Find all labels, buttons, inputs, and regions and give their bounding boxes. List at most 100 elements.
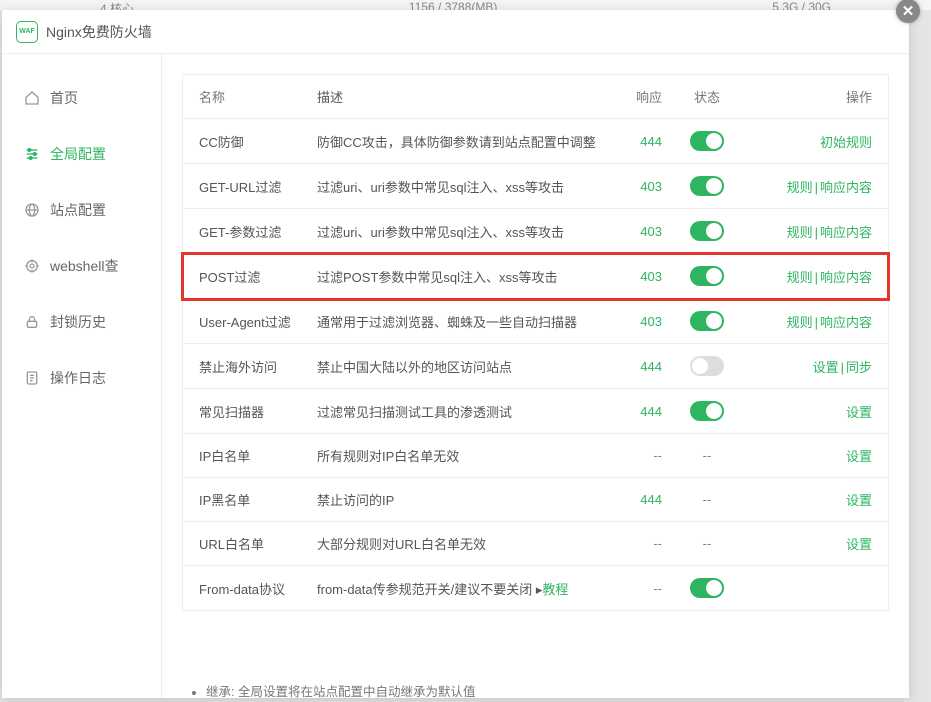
cell-action: 设置 bbox=[752, 490, 872, 509]
header-status: 状态 bbox=[662, 87, 752, 106]
cell-name: User-Agent过滤 bbox=[199, 312, 317, 331]
action-link[interactable]: 同步 bbox=[846, 360, 872, 375]
status-toggle[interactable] bbox=[690, 311, 724, 331]
waf-logo-icon: WAF bbox=[16, 21, 38, 43]
cell-response: 444 bbox=[602, 404, 662, 419]
action-link[interactable]: 设置 bbox=[846, 493, 872, 508]
table-row: CC防御防御CC攻击，具体防御参数请到站点配置中调整444初始规则 bbox=[183, 119, 888, 164]
cell-status bbox=[662, 311, 752, 331]
modal-dialog: ✕ WAF Nginx免费防火墙 首页全局配置站点配置webshell查封锁历史… bbox=[2, 10, 909, 698]
cell-response: 403 bbox=[602, 269, 662, 284]
action-link[interactable]: 初始规则 bbox=[820, 135, 872, 150]
sidebar-item-label: 封锁历史 bbox=[50, 312, 106, 332]
action-link[interactable]: 规则 bbox=[787, 270, 813, 285]
sidebar-item-2[interactable]: 站点配置 bbox=[2, 182, 161, 238]
cell-desc: 大部分规则对URL白名单无效 bbox=[317, 534, 602, 553]
cell-action: 设置 bbox=[752, 402, 872, 421]
cell-desc: from-data传参规范开关/建议不要关闭 ▸教程 bbox=[317, 579, 602, 598]
cell-response: -- bbox=[602, 448, 662, 463]
cell-action: 规则|响应内容 bbox=[752, 267, 872, 286]
sliders-icon bbox=[24, 146, 40, 162]
sidebar-item-4[interactable]: 封锁历史 bbox=[2, 294, 161, 350]
cell-status bbox=[662, 266, 752, 286]
cell-name: IP白名单 bbox=[199, 446, 317, 465]
globe-icon bbox=[24, 202, 40, 218]
action-link[interactable]: 响应内容 bbox=[820, 180, 872, 195]
cell-name: URL白名单 bbox=[199, 534, 317, 553]
status-toggle[interactable] bbox=[690, 131, 724, 151]
action-link[interactable]: 响应内容 bbox=[820, 225, 872, 240]
footer-notes: 继承: 全局设置将在站点配置中自动继承为默认值 优先级: UA白名单 > UA黑… bbox=[182, 681, 889, 698]
cell-desc: 过滤POST参数中常见sql注入、xss等攻击 bbox=[317, 267, 602, 286]
content-area: 名称 描述 响应 状态 操作 CC防御防御CC攻击，具体防御参数请到站点配置中调… bbox=[162, 54, 909, 698]
cell-action: 设置|同步 bbox=[752, 357, 872, 376]
sidebar-item-5[interactable]: 操作日志 bbox=[2, 350, 161, 406]
cell-status: -- bbox=[662, 448, 752, 463]
cell-desc: 禁止中国大陆以外的地区访问站点 bbox=[317, 357, 602, 376]
action-link[interactable]: 设置 bbox=[846, 405, 872, 420]
sidebar-item-label: 站点配置 bbox=[50, 200, 106, 220]
sidebar-item-1[interactable]: 全局配置 bbox=[2, 126, 161, 182]
action-link[interactable]: 规则 bbox=[787, 180, 813, 195]
close-button[interactable]: ✕ bbox=[896, 0, 920, 23]
modal-title: Nginx免费防火墙 bbox=[46, 22, 152, 42]
status-toggle[interactable] bbox=[690, 356, 724, 376]
cell-response: 403 bbox=[602, 314, 662, 329]
status-toggle[interactable] bbox=[690, 221, 724, 241]
action-link[interactable]: 规则 bbox=[787, 315, 813, 330]
sidebar-item-label: 全局配置 bbox=[50, 144, 106, 164]
action-link[interactable]: 设置 bbox=[846, 449, 872, 464]
table-row: From-data协议from-data传参规范开关/建议不要关闭 ▸教程-- bbox=[183, 566, 888, 610]
action-link[interactable]: 设置 bbox=[813, 360, 839, 375]
target-icon bbox=[24, 258, 40, 274]
action-link[interactable]: 响应内容 bbox=[820, 315, 872, 330]
cell-status bbox=[662, 221, 752, 241]
lock-icon bbox=[24, 314, 40, 330]
sidebar: 首页全局配置站点配置 webshell查封锁历史操作日志 bbox=[2, 54, 162, 698]
cell-name: GET-参数过滤 bbox=[199, 222, 317, 241]
table-row: User-Agent过滤通常用于过滤浏览器、蜘蛛及一些自动扫描器403 规则|响应… bbox=[183, 299, 888, 344]
close-icon: ✕ bbox=[902, 2, 915, 20]
cell-action: 设置 bbox=[752, 446, 872, 465]
cell-response: -- bbox=[602, 581, 662, 596]
cell-response: -- bbox=[602, 536, 662, 551]
sidebar-item-0[interactable]: 首页 bbox=[2, 70, 161, 126]
cell-desc: 过滤uri、uri参数中常见sql注入、xss等攻击 bbox=[317, 222, 602, 241]
table-row: GET-参数过滤过滤uri、uri参数中常见sql注入、xss等攻击403规则|… bbox=[183, 209, 888, 254]
table-header-row: 名称 描述 响应 状态 操作 bbox=[183, 75, 888, 119]
cell-desc: 过滤uri、uri参数中常见sql注入、xss等攻击 bbox=[317, 177, 602, 196]
cell-name: POST过滤 bbox=[199, 267, 317, 286]
header-action: 操作 bbox=[752, 87, 872, 106]
action-link[interactable]: 设置 bbox=[846, 537, 872, 552]
note-inherit: 继承: 全局设置将在站点配置中自动继承为默认值 bbox=[206, 681, 879, 698]
cell-action: 规则|响应内容 bbox=[752, 312, 872, 331]
status-toggle[interactable] bbox=[690, 578, 724, 598]
cell-status: -- bbox=[662, 492, 752, 507]
status-toggle[interactable] bbox=[690, 266, 724, 286]
cell-desc: 所有规则对IP白名单无效 bbox=[317, 446, 602, 465]
table-row: POST过滤过滤POST参数中常见sql注入、xss等攻击403 规则|响应内容 bbox=[183, 254, 888, 299]
desc-link[interactable]: 教程 bbox=[542, 582, 568, 597]
log-icon bbox=[24, 370, 40, 386]
cell-action: 设置 bbox=[752, 534, 872, 553]
cell-action: 规则|响应内容 bbox=[752, 177, 872, 196]
home-icon bbox=[24, 90, 40, 106]
status-toggle[interactable] bbox=[690, 401, 724, 421]
status-toggle[interactable] bbox=[690, 176, 724, 196]
cell-name: 常见扫描器 bbox=[199, 402, 317, 421]
table-row: 禁止海外访问禁止中国大陆以外的地区访问站点444设置|同步 bbox=[183, 344, 888, 389]
rules-table: 名称 描述 响应 状态 操作 CC防御防御CC攻击，具体防御参数请到站点配置中调… bbox=[182, 74, 889, 611]
cell-desc: 防御CC攻击，具体防御参数请到站点配置中调整 bbox=[317, 132, 602, 151]
cell-name: IP黑名单 bbox=[199, 490, 317, 509]
action-link[interactable]: 规则 bbox=[787, 225, 813, 240]
cell-desc: 通常用于过滤浏览器、蜘蛛及一些自动扫描器 bbox=[317, 312, 602, 331]
cell-name: 禁止海外访问 bbox=[199, 357, 317, 376]
cell-name: GET-URL过滤 bbox=[199, 177, 317, 196]
action-link[interactable]: 响应内容 bbox=[820, 270, 872, 285]
table-row: GET-URL过滤过滤uri、uri参数中常见sql注入、xss等攻击403规则… bbox=[183, 164, 888, 209]
cell-desc: 过滤常见扫描测试工具的渗透测试 bbox=[317, 402, 602, 421]
cell-action: 规则|响应内容 bbox=[752, 222, 872, 241]
cell-status bbox=[662, 131, 752, 151]
header-resp: 响应 bbox=[602, 87, 662, 106]
sidebar-item-3[interactable]: webshell查 bbox=[2, 238, 161, 294]
